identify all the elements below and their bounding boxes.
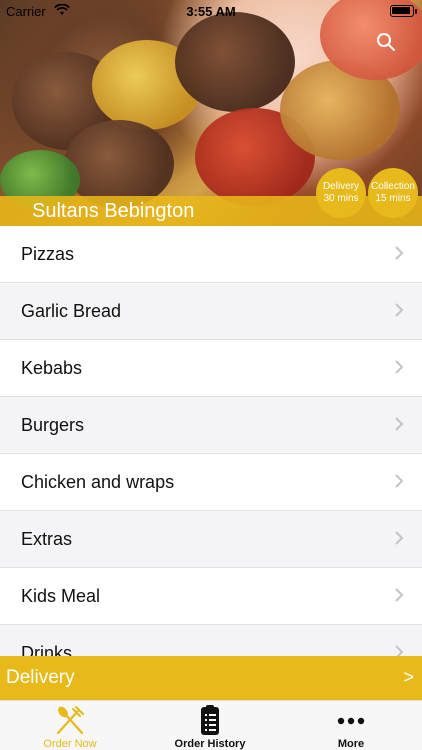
menu-item-kebabs[interactable]: Kebabs xyxy=(0,340,422,397)
chevron-right-icon xyxy=(394,414,404,434)
tab-order-history-label: Order History xyxy=(174,738,246,750)
delivery-badge-time: 30 mins xyxy=(323,193,359,204)
menu-item-chicken-and-wraps[interactable]: Chicken and wraps xyxy=(0,454,422,511)
menu-item-label: Kids Meal xyxy=(21,585,101,606)
food-meat-chunk xyxy=(64,120,174,208)
menu-item-label: Extras xyxy=(21,528,73,549)
tab-more[interactable]: More xyxy=(281,701,421,750)
delivery-arrow: > xyxy=(403,667,414,687)
menu-item-label: Kebabs xyxy=(21,357,83,378)
menu-item-label: Pizzas xyxy=(21,243,75,264)
delivery-time-badge: Delivery 30 mins xyxy=(316,168,366,218)
menu-item-extras[interactable]: Extras xyxy=(0,511,422,568)
menu-item-drinks[interactable]: Drinks xyxy=(0,625,422,656)
delivery-badge-label: Delivery xyxy=(322,181,360,192)
chevron-right-icon xyxy=(394,528,404,548)
menu-item-label: Chicken and wraps xyxy=(21,471,175,492)
menu-item-garlic-bread[interactable]: Garlic Bread xyxy=(0,283,422,340)
battery-icon xyxy=(390,5,417,17)
menu-item-burgers[interactable]: Burgers xyxy=(0,397,422,454)
chevron-right-icon xyxy=(394,300,404,320)
menu-item-label: Burgers xyxy=(21,414,85,435)
collection-badge-time: 15 mins xyxy=(375,193,411,204)
delivery-mode-bar[interactable]: Delivery > xyxy=(0,656,422,700)
chevron-right-icon xyxy=(394,642,404,656)
status-bar: Carrier 3:55 AM xyxy=(0,0,422,22)
clipboard-icon xyxy=(192,703,228,737)
fork-knife-icon xyxy=(52,703,88,737)
menu-item-label: Drinks xyxy=(21,642,73,657)
collection-badge-label: Collection xyxy=(371,181,415,192)
delivery-mode-label: Delivery xyxy=(6,667,75,688)
search-icon[interactable] xyxy=(376,32,396,52)
tab-more-label: More xyxy=(337,738,365,750)
tab-order-now[interactable]: Order Now xyxy=(0,701,140,750)
tab-order-now-label: Order Now xyxy=(43,738,97,750)
menu-item-pizzas[interactable]: Pizzas xyxy=(0,226,422,283)
menu-item-label: Garlic Bread xyxy=(21,300,122,321)
menu-item-kids-meal[interactable]: Kids Meal xyxy=(0,568,422,625)
clock: 3:55 AM xyxy=(186,4,236,19)
food-meat-chunk xyxy=(175,12,295,112)
tab-order-history[interactable]: Order History xyxy=(140,701,280,750)
menu-category-list[interactable]: Pizzas Garlic Bread Kebabs Burgers Chick… xyxy=(0,226,422,656)
restaurant-name: Sultans Bebington xyxy=(32,200,195,222)
tab-bar: Order Now Order History More xyxy=(0,700,422,750)
chevron-right-icon xyxy=(394,471,404,491)
collection-time-badge: Collection 15 mins xyxy=(368,168,418,218)
chevron-right-icon xyxy=(394,585,404,605)
more-icon xyxy=(333,703,369,737)
chevron-right-icon xyxy=(394,357,404,377)
chevron-right-icon xyxy=(394,243,404,263)
